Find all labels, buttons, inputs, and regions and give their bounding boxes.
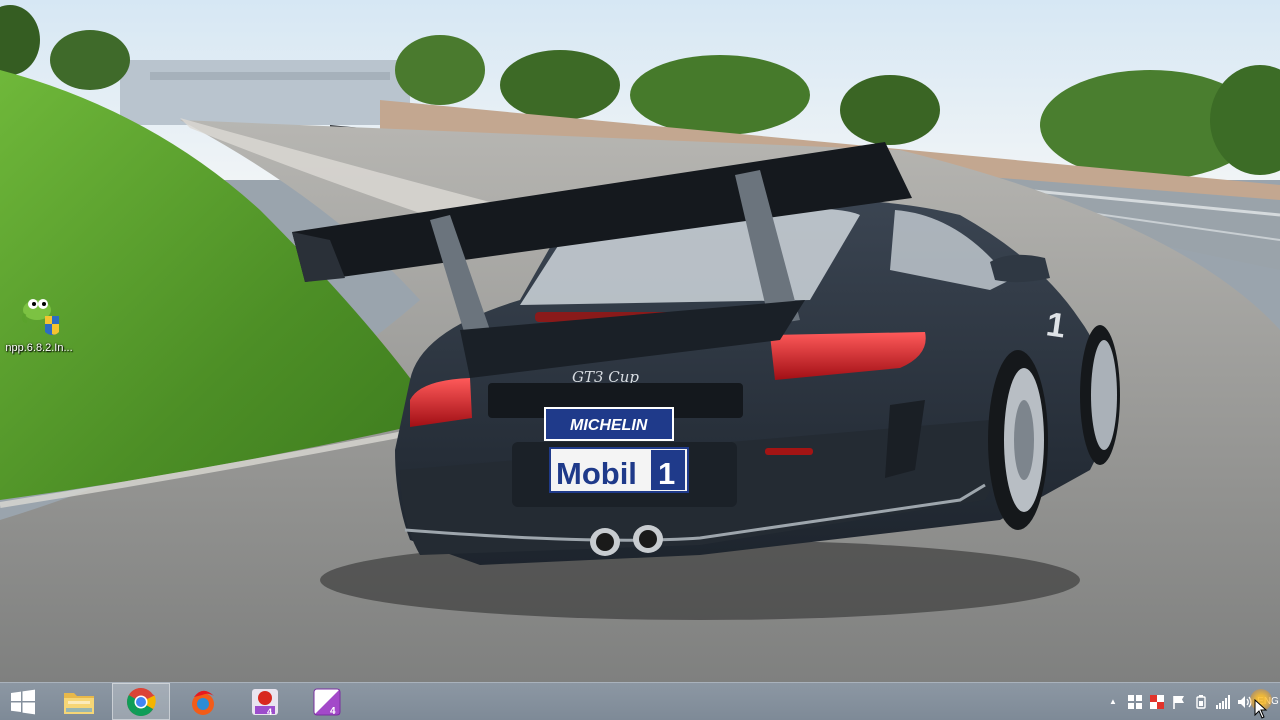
taskbar-google-chrome[interactable]: [112, 683, 170, 720]
signal-bars-icon: [1216, 694, 1230, 709]
taskbar-file-explorer[interactable]: [50, 683, 108, 720]
desktop-icon-label: npp.6.8.2.In...: [5, 342, 73, 354]
orange-browser-icon: [192, 690, 214, 715]
tray-network[interactable]: [1212, 683, 1234, 720]
purple-app-badge: 4: [330, 706, 336, 717]
mouse-pointer-icon: [1254, 699, 1268, 719]
system-tray: ▲: [1102, 683, 1280, 720]
plate-brand: Mobil: [556, 456, 637, 491]
chevron-up-icon: ▲: [1109, 697, 1117, 706]
purple-app-icon: 4: [313, 688, 341, 717]
folder-icon: [64, 692, 94, 714]
battery-plug-icon: [1196, 694, 1206, 709]
taskbar-orange-browser[interactable]: [174, 683, 232, 720]
chrome-icon: [127, 687, 156, 716]
tray-windows-icon[interactable]: [1124, 683, 1146, 720]
michelin-decal: MICHELIN: [570, 417, 648, 434]
desktop-icon-npp-installer[interactable]: npp.6.8.2.In...: [2, 292, 76, 355]
tray-security-icon[interactable]: [1146, 683, 1168, 720]
start-button[interactable]: [0, 683, 46, 720]
notepad-plus-plus-installer-icon: [15, 292, 63, 340]
media-app-icon: 4: [252, 688, 278, 717]
show-hidden-icons-button[interactable]: ▲: [1102, 683, 1124, 720]
media-app-badge: 4: [267, 707, 272, 717]
windows-logo-icon: [11, 689, 35, 714]
desktop: GT3 Cup MICHELIN Mobil 1 1 npp.6.8.2.In.…: [0, 0, 1280, 720]
flag-icon: [1173, 695, 1184, 709]
tray-power[interactable]: [1190, 683, 1212, 720]
tray-action-center[interactable]: [1168, 683, 1190, 720]
windows-flag-icon: [1128, 694, 1142, 709]
security-shield-icon: [1150, 694, 1164, 709]
plate-number: 1: [658, 456, 675, 491]
taskbar-media-app[interactable]: 4: [236, 683, 294, 720]
taskbar-purple-app[interactable]: 4: [298, 683, 356, 720]
taskbar: 4 4 ▲: [0, 682, 1280, 720]
desktop-wallpaper: GT3 Cup MICHELIN Mobil 1 1: [0, 0, 1280, 682]
